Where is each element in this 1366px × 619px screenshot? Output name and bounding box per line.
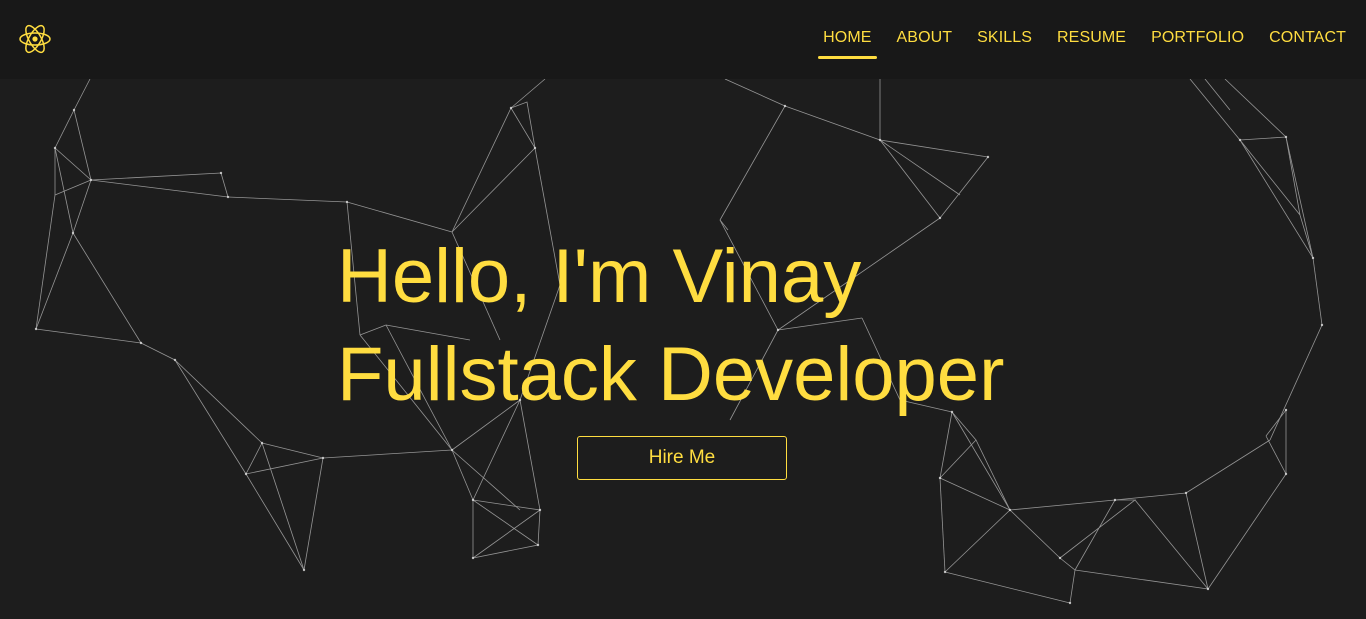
nav-menu: HOME ABOUT SKILLS RESUME PORTFOLIO CONTA… bbox=[798, 0, 1346, 79]
page: HOME ABOUT SKILLS RESUME PORTFOLIO CONTA… bbox=[0, 0, 1366, 619]
hero-section: Hello, I'm Vinay Fullstack Developer bbox=[337, 228, 1004, 424]
nav-item-skills[interactable]: SKILLS bbox=[977, 0, 1032, 79]
nav-item-resume[interactable]: RESUME bbox=[1057, 0, 1126, 79]
nav-item-home[interactable]: HOME bbox=[818, 0, 877, 79]
nav-item-contact[interactable]: CONTACT bbox=[1269, 0, 1346, 79]
hero-greeting: Hello, I'm Vinay bbox=[337, 234, 862, 319]
react-atom-icon[interactable] bbox=[18, 22, 52, 56]
hero-role: Fullstack Developer bbox=[337, 332, 1005, 417]
hire-me-button[interactable]: Hire Me bbox=[577, 436, 787, 480]
navbar: HOME ABOUT SKILLS RESUME PORTFOLIO CONTA… bbox=[0, 0, 1366, 79]
nav-item-about[interactable]: ABOUT bbox=[897, 0, 953, 79]
nav-item-portfolio[interactable]: PORTFOLIO bbox=[1151, 0, 1244, 79]
